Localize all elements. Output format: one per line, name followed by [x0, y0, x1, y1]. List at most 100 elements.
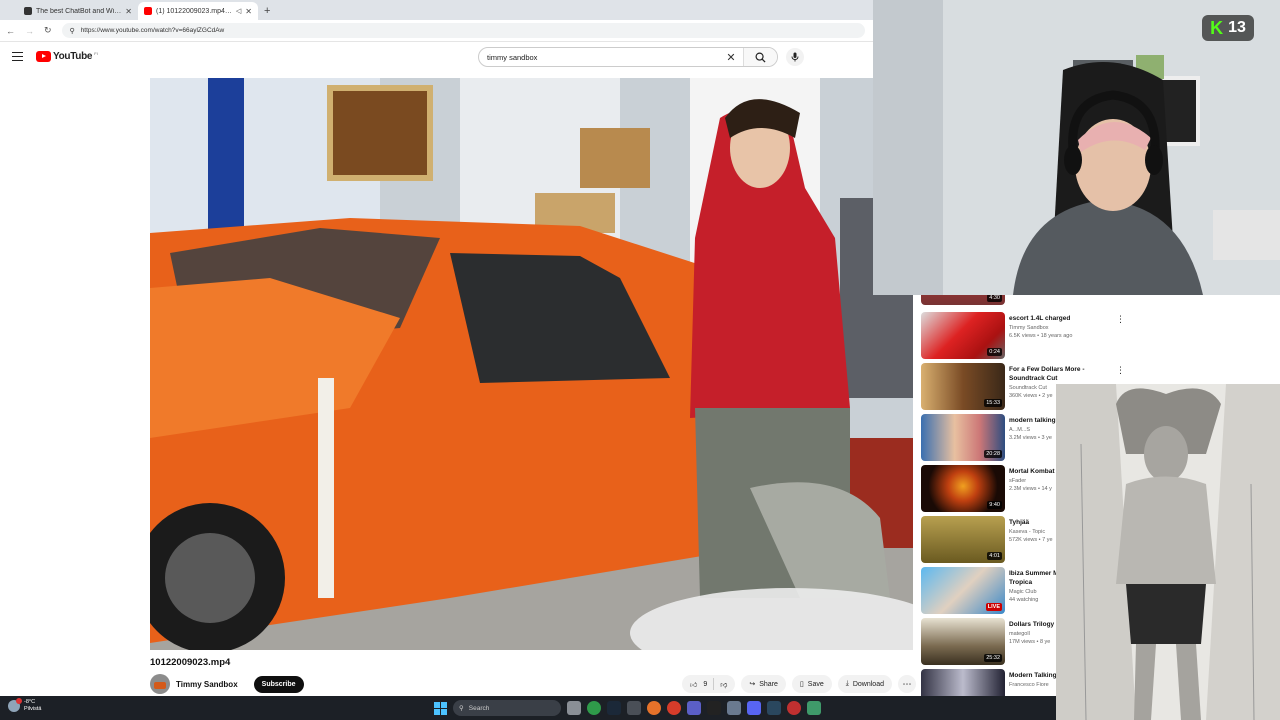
- back-icon[interactable]: ←: [6, 26, 15, 36]
- video-thumbnail[interactable]: 15:33: [921, 363, 1005, 410]
- task-view-icon[interactable]: [567, 701, 581, 715]
- video-thumbnail[interactable]: 25:32: [921, 618, 1005, 665]
- forward-icon[interactable]: →: [25, 26, 34, 36]
- new-tab-icon[interactable]: +: [264, 5, 270, 17]
- app-icon[interactable]: [707, 701, 721, 715]
- video-title: 10122009023.mp4: [150, 657, 231, 668]
- youtube-play-icon: [36, 51, 51, 62]
- more-options-icon[interactable]: ⋮: [1116, 365, 1125, 376]
- list-item[interactable]: 4:30: [921, 294, 1261, 306]
- clear-icon[interactable]: ✕: [719, 51, 743, 64]
- webcam-feed: [873, 0, 1280, 295]
- duration-badge: 0:24: [987, 348, 1002, 356]
- avatar[interactable]: [150, 674, 170, 694]
- share-label: Share: [759, 680, 778, 688]
- tab-title: (1) 10122009023.mp4 - You: [156, 7, 232, 15]
- url-field[interactable]: ⚲ https://www.youtube.com/watch?v=66aylZ…: [61, 23, 865, 38]
- bookmark-icon: ▯: [799, 681, 804, 688]
- taskbar-center: ⚲ Search: [434, 699, 821, 717]
- chrome-icon[interactable]: [587, 701, 601, 715]
- duration-badge: 15:33: [984, 399, 1002, 407]
- taskbar-search[interactable]: ⚲ Search: [453, 700, 561, 716]
- more-actions-icon[interactable]: ⋯: [898, 675, 916, 693]
- download-button[interactable]: ⤓ Download: [837, 675, 892, 693]
- download-label: Download: [852, 680, 884, 688]
- app-icon[interactable]: [787, 701, 801, 715]
- duration-badge: 20:28: [984, 450, 1002, 458]
- windows-start-icon[interactable]: [434, 701, 447, 715]
- video-thumbnail[interactable]: 4:30: [921, 294, 1005, 305]
- video-frame: [150, 78, 913, 650]
- youtube-logo[interactable]: YouTube FI: [36, 51, 98, 62]
- sketch-overlay: [1056, 384, 1280, 720]
- video-thumbnail[interactable]: 9:40: [921, 465, 1005, 512]
- like-dislike-button[interactable]: 👍︎ 9 👎︎: [682, 675, 736, 693]
- video-actions: 👍︎ 9 👎︎ ↪ Share ▯ Save ⤓ Download ⋯: [682, 674, 916, 694]
- video-title[interactable]: escort 1.4L charged: [1009, 314, 1105, 323]
- more-options-icon[interactable]: ⋮: [1116, 314, 1125, 325]
- site-info-icon[interactable]: ⚲: [70, 27, 75, 35]
- steam-icon[interactable]: [767, 701, 781, 715]
- menu-icon[interactable]: [12, 52, 23, 61]
- video-thumbnail[interactable]: [921, 669, 1005, 696]
- duration-badge: 4:30: [987, 294, 1002, 302]
- taskbar-search-label: Search: [468, 704, 490, 712]
- close-icon[interactable]: ✕: [125, 7, 132, 16]
- save-button[interactable]: ▯ Save: [791, 675, 832, 693]
- duration-badge: 4:01: [987, 552, 1002, 560]
- live-badge: LIVE: [985, 603, 1002, 611]
- openai-icon: [24, 7, 32, 15]
- search-box[interactable]: timmy sandbox ✕: [478, 47, 778, 67]
- steam-icon[interactable]: [607, 701, 621, 715]
- logo-region: FI: [94, 51, 98, 56]
- firefox-icon[interactable]: [647, 701, 661, 715]
- voice-search-button[interactable]: [786, 48, 804, 66]
- url-text: https://www.youtube.com/watch?v=66aylZGC…: [80, 27, 225, 34]
- settings-icon[interactable]: [727, 701, 741, 715]
- webcam-overlay: [873, 0, 1280, 295]
- tab-chatbot[interactable]: The best ChatBot and Widgets ✕: [18, 2, 138, 20]
- kick-logo-icon: K: [1210, 17, 1224, 38]
- discord-icon[interactable]: [747, 701, 761, 715]
- search-input[interactable]: timmy sandbox: [479, 53, 719, 62]
- weather-icon: [8, 698, 22, 712]
- video-player[interactable]: [150, 78, 913, 650]
- video-info: escort 1.4L charged Timmy Sandbox 6.5K v…: [1009, 314, 1105, 339]
- speaker-icon[interactable]: ◁: [236, 7, 241, 15]
- logo-text: YouTube: [53, 51, 93, 62]
- app-icon[interactable]: [667, 701, 681, 715]
- channel-name[interactable]: Timmy Sandbox: [176, 680, 238, 689]
- list-item[interactable]: 0:24 escort 1.4L charged Timmy Sandbox 6…: [921, 312, 1261, 360]
- weather-text: -8°C Pilvistä: [24, 699, 41, 713]
- os-taskbar: -8°C Pilvistä ⚲ Search: [0, 696, 1056, 720]
- teams-icon[interactable]: [687, 701, 701, 715]
- weather-widget[interactable]: -8°C Pilvistä: [8, 698, 41, 713]
- thumbs-down-icon[interactable]: 👎︎: [720, 680, 727, 689]
- video-thumbnail[interactable]: LIVE: [921, 567, 1005, 614]
- channel-name[interactable]: Timmy Sandbox: [1009, 325, 1105, 331]
- tab-youtube[interactable]: (1) 10122009023.mp4 - You ◁ ✕: [138, 2, 258, 20]
- duration-badge: 9:40: [987, 501, 1002, 509]
- kick-viewer-badge: K 13: [1202, 15, 1254, 41]
- video-thumbnail[interactable]: 20:28: [921, 414, 1005, 461]
- browser-tab-bar: The best ChatBot and Widgets ✕ (1) 10122…: [0, 0, 873, 20]
- save-label: Save: [807, 680, 824, 688]
- video-thumbnail[interactable]: 4:01: [921, 516, 1005, 563]
- thumbs-up-icon[interactable]: 👍︎: [690, 680, 697, 689]
- search-icon: ⚲: [459, 705, 464, 712]
- address-bar-row: ← → ↻ ⚲ https://www.youtube.com/watch?v=…: [0, 20, 873, 42]
- like-count: 9: [703, 680, 708, 688]
- video-title[interactable]: For a Few Dollars More - Soundtrack Cut: [1009, 365, 1105, 383]
- video-thumbnail[interactable]: 0:24: [921, 312, 1005, 359]
- folder-icon[interactable]: [627, 701, 641, 715]
- search-button[interactable]: [743, 48, 777, 66]
- close-icon[interactable]: ✕: [245, 7, 252, 16]
- share-icon: ↪: [749, 681, 756, 688]
- app-icon[interactable]: [807, 701, 821, 715]
- subscribe-button[interactable]: Subscribe: [253, 675, 304, 693]
- search-icon: [755, 52, 766, 63]
- weather-condition: Pilvistä: [24, 706, 42, 712]
- duration-badge: 25:32: [984, 654, 1002, 662]
- share-button[interactable]: ↪ Share: [741, 675, 786, 693]
- reload-icon[interactable]: ↻: [44, 25, 52, 36]
